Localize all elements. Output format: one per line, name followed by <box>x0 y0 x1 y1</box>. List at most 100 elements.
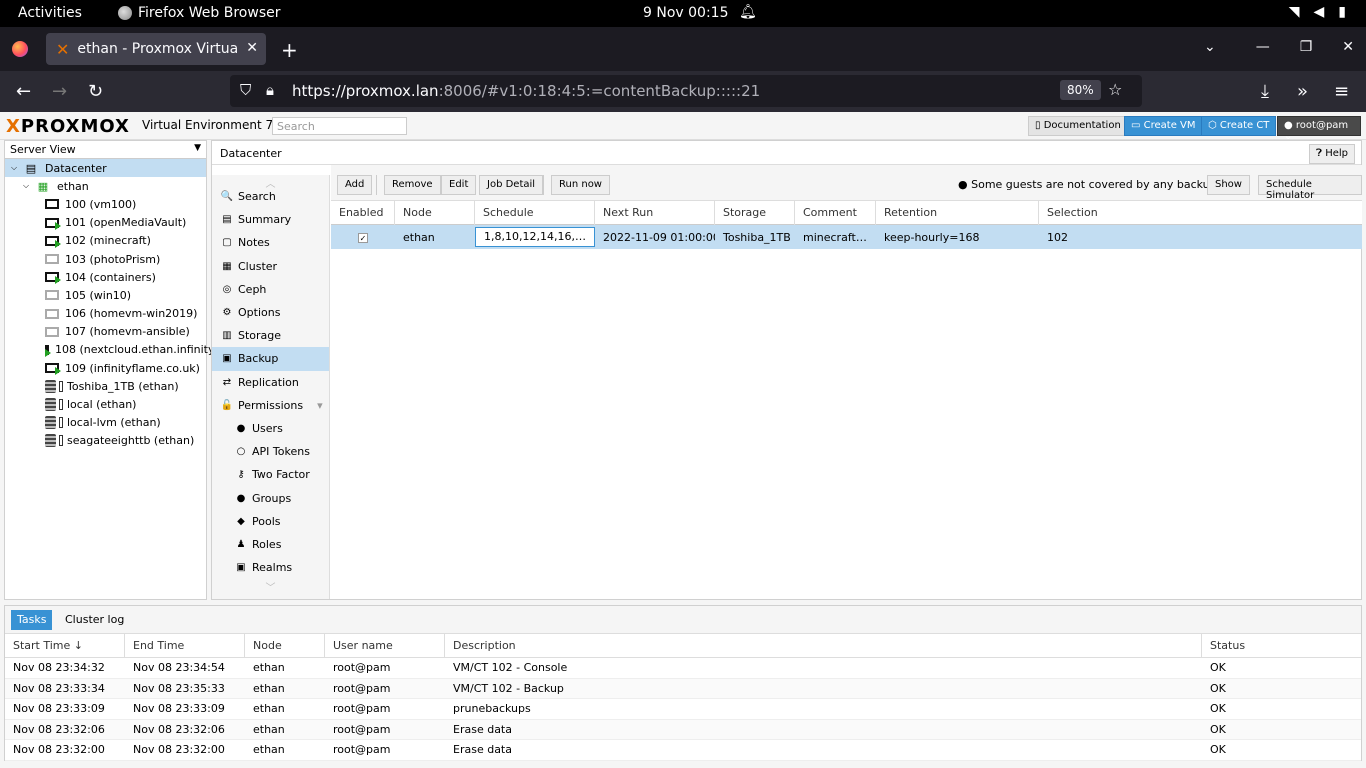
tree-storage[interactable]: seagateeighttb (ethan) <box>5 432 206 450</box>
url-bar[interactable]: ⛉ 🔒︎ https://proxmox.lan:8006/#v1:0:18:4… <box>230 75 1142 107</box>
search-input[interactable]: Search <box>272 117 407 135</box>
col-status[interactable]: Status <box>1202 634 1361 658</box>
browser-tab[interactable]: ✕ ethan - Proxmox Virtual Environment ✕ <box>46 33 266 65</box>
col-end-time[interactable]: End Time <box>125 633 245 658</box>
app-menu[interactable]: Firefox Web Browser <box>118 5 281 21</box>
checkbox[interactable]: ✓ <box>358 232 368 243</box>
task-row[interactable]: Nov 08 23:33:34 Nov 08 23:35:33 ethan root@… <box>5 678 1361 699</box>
tab-tasks[interactable]: Tasks <box>11 610 53 630</box>
overflow-menu-icon[interactable]: » <box>1297 81 1308 102</box>
collapse-chevron-icon[interactable]: ▾ <box>317 399 323 412</box>
bookmark-star-icon[interactable]: ☆ <box>1108 80 1122 99</box>
menu-item-ceph[interactable]: ◎ Ceph <box>212 278 329 301</box>
create-ct-button[interactable]: ⬡ Create CT <box>1201 116 1277 136</box>
lock-icon[interactable]: 🔒︎ <box>266 81 274 99</box>
task-row[interactable]: Nov 08 23:34:32 Nov 08 23:34:54 ethan root@… <box>5 658 1361 679</box>
menu-item-options[interactable]: ⚙ Options <box>212 301 329 324</box>
add-button[interactable]: Add <box>337 175 373 195</box>
col-comment[interactable]: Comment <box>795 200 876 225</box>
reload-icon[interactable]: ↻ <box>88 81 103 102</box>
tree-vm[interactable]: 105 (win10) <box>5 286 206 304</box>
menu-item-groups[interactable]: ● Groups <box>212 486 329 509</box>
tree-storage[interactable]: local (ethan) <box>5 395 206 413</box>
maximize-icon[interactable]: ❐ <box>1300 39 1313 55</box>
downloads-icon[interactable]: ⤓ <box>1261 81 1269 102</box>
menu-item-cluster[interactable]: ▦ Cluster <box>212 255 329 278</box>
tree-storage[interactable]: Toshiba_1TB (ethan) <box>5 377 206 395</box>
proxmox-logo[interactable]: XPROXMOX <box>6 116 130 137</box>
minimize-icon[interactable]: — <box>1256 39 1270 55</box>
close-window-icon[interactable]: ✕ <box>1342 39 1354 55</box>
remove-button[interactable]: Remove <box>384 175 441 195</box>
zoom-indicator[interactable]: 80% <box>1060 80 1101 100</box>
menu-item-two-factor[interactable]: ⚷ Two Factor <box>212 463 329 486</box>
scroll-up-icon[interactable]: ︿ <box>212 175 329 190</box>
system-tray[interactable]: ◥ ◀︎ ▮ <box>1289 4 1346 20</box>
menu-item-summary[interactable]: ▤ Summary <box>212 208 329 231</box>
documentation-button[interactable]: ▯ Documentation <box>1028 116 1128 136</box>
menu-item-realms[interactable]: ▣ Realms <box>212 556 329 579</box>
col-start-time[interactable]: Start Time ↓ <box>5 633 125 658</box>
task-row[interactable]: Nov 08 23:32:06 Nov 08 23:32:06 ethan root@… <box>5 719 1361 740</box>
help-button[interactable]: ❓︎ Help <box>1308 144 1355 164</box>
col-selection[interactable]: Selection <box>1039 201 1362 225</box>
menu-item-permissions[interactable]: 🔓 Permissions ▾ <box>212 394 329 417</box>
firefox-view-icon[interactable] <box>12 41 28 57</box>
menu-item-backup[interactable]: ▣ Backup <box>212 347 329 371</box>
menu-item-api-tokens[interactable]: ○ API Tokens <box>212 440 329 463</box>
menu-item-storage[interactable]: ▥ Storage <box>212 324 329 347</box>
menu-item-roles[interactable]: ♟ Roles <box>212 533 329 556</box>
show-button[interactable]: Show <box>1207 175 1250 195</box>
task-row[interactable]: Nov 08 23:32:00 Nov 08 23:32:00 ethan root@… <box>5 740 1361 761</box>
schedule-simulator-button[interactable]: Schedule Simulator <box>1258 175 1362 201</box>
tree-storage[interactable]: local-lvm (ethan) <box>5 414 206 432</box>
col-storage[interactable]: Storage <box>715 200 795 225</box>
close-tab-icon[interactable]: ✕ <box>246 40 258 56</box>
menu-item-replication[interactable]: ⇄ Replication <box>212 371 329 394</box>
menu-item-notes[interactable]: ▢ Notes <box>212 231 329 254</box>
task-row[interactable]: Nov 08 23:33:09 Nov 08 23:33:09 ethan root@… <box>5 699 1361 720</box>
back-icon[interactable]: ← <box>16 81 31 102</box>
tree-vm[interactable]: 100 (vm100) <box>5 195 206 213</box>
col-next-run[interactable]: Next Run <box>595 200 715 225</box>
tree-vm[interactable]: 109 (infinityflame.co.uk) <box>5 359 206 377</box>
tree-vm[interactable]: 104 (containers) <box>5 268 206 286</box>
col-user[interactable]: User name <box>325 633 445 658</box>
hamburger-menu-icon[interactable]: ≡ <box>1334 81 1349 102</box>
list-tabs-chevron-icon[interactable]: ⌄ <box>1204 39 1216 55</box>
collapse-icon[interactable]: ⌵ <box>23 181 35 191</box>
job-detail-button[interactable]: Job Detail <box>479 175 544 195</box>
tree-vm[interactable]: 103 (photoPrism) <box>5 250 206 268</box>
tree-vm[interactable]: 101 (openMediaVault) <box>5 214 206 232</box>
shield-icon[interactable]: ⛉ <box>240 81 251 99</box>
tree-vm[interactable]: 108 (nextcloud.ethan.infinityflam <box>5 341 239 359</box>
tab-cluster-log[interactable]: Cluster log <box>59 610 130 630</box>
tree-vm[interactable]: 107 (homevm-ansible) <box>5 323 206 341</box>
tree-datacenter[interactable]: ⌵ ▤ Datacenter <box>5 159 206 178</box>
col-retention[interactable]: Retention <box>876 200 1039 225</box>
new-tab-button[interactable]: + <box>281 38 298 62</box>
create-vm-button[interactable]: ▭ Create VM <box>1124 116 1203 136</box>
table-row[interactable]: ✓ ethan 1,8,10,12,14,16,18,20,22:00 2022… <box>331 225 1362 249</box>
url-text[interactable]: https://proxmox.lan:8006/#v1:0:18:4:5:=c… <box>292 82 760 100</box>
user-menu-button[interactable]: ● root@pam ⌄ <box>1277 116 1361 142</box>
col-description[interactable]: Description <box>445 633 1202 658</box>
menu-item-pools[interactable]: ◆ Pools <box>212 510 329 533</box>
col-node[interactable]: Node <box>245 633 325 658</box>
clock[interactable]: 9 Nov 00:15 <box>643 5 728 21</box>
tree-vm[interactable]: 106 (homevm-win2019) <box>5 305 206 323</box>
edit-button[interactable]: Edit <box>441 175 477 195</box>
menu-item-users[interactable]: ● Users <box>212 417 329 440</box>
tree-vm[interactable]: 102 (minecraft) <box>5 232 206 250</box>
scroll-down-icon[interactable]: ﹀ <box>212 579 329 594</box>
forward-icon[interactable]: → <box>52 81 67 102</box>
col-node[interactable]: Node <box>395 200 475 225</box>
col-schedule[interactable]: Schedule <box>475 200 595 225</box>
activities-button[interactable]: Activities <box>18 5 82 21</box>
tree-node-ethan[interactable]: ⌵ ▦ ethan <box>5 177 206 195</box>
collapse-icon[interactable]: ⌵ <box>11 163 23 173</box>
col-enabled[interactable]: Enabled <box>331 200 395 225</box>
cell-enabled[interactable]: ✓ <box>331 231 395 244</box>
run-now-button[interactable]: Run now <box>551 175 610 195</box>
server-view-select[interactable]: Server View ▼ <box>5 141 206 159</box>
